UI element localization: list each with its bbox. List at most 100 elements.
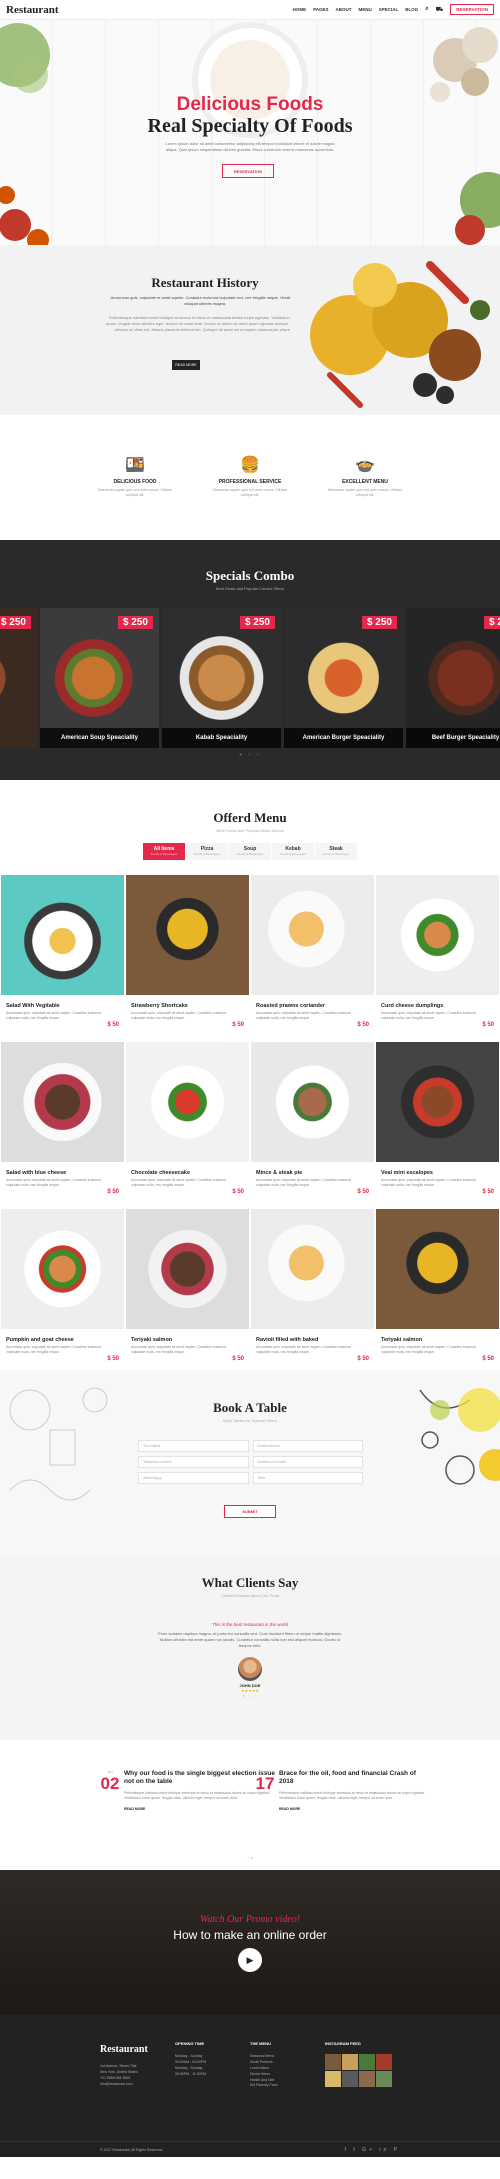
- feature-title: EXCELLENT MENU: [342, 479, 388, 485]
- menu-item-desc: Accumsan quis, vulputate sit amet sapien…: [256, 1011, 351, 1020]
- history-title: Restaurant History: [151, 275, 259, 290]
- post-excerpt: Pellentesque habitant morbi tristique se…: [279, 1790, 425, 1801]
- menu-item-desc: Accumsan quis, vulputate sit amet sapien…: [381, 1178, 476, 1187]
- feature-delicious-food: 🍱 DELICIOUS FOOD Maecenas sapien quis or…: [93, 455, 178, 540]
- service-icon: 🍔: [240, 457, 260, 474]
- social-icons[interactable]: f t G+ in P: [345, 2147, 400, 2153]
- blog-dots[interactable]: ○ ●: [0, 1855, 500, 1860]
- hero-text: Lorem ipsum dolor sit amet consectetur a…: [165, 141, 335, 152]
- combo-card[interactable]: $ 250: [0, 608, 37, 748]
- history-body: Pellentesque habitant morbi tristique se…: [106, 315, 304, 332]
- guests-select[interactable]: Number of Guests: [252, 1456, 363, 1468]
- combo-price: $ 250: [0, 616, 31, 629]
- search-icon[interactable]: ⌕: [425, 6, 428, 13]
- menu-item[interactable]: Roasted prawns coriander Accumsan quis, …: [250, 875, 375, 1042]
- instagram-grid[interactable]: [325, 2053, 392, 2087]
- tab-pizza[interactable]: Pizza Foods & Beverages: [186, 843, 228, 860]
- clients-subtitle: Clients Reviews About Our Food: [221, 1593, 279, 1598]
- combo-carousel[interactable]: $ 250 $ 250 American Soup Speaciality $ …: [0, 608, 500, 748]
- feature-professional-service: 🍔 PROFESSIONAL SERVICE Maecenas sapien q…: [208, 455, 293, 540]
- menu-item[interactable]: Teriyaki salmon Accumsan quis, vulputate…: [125, 1209, 250, 1376]
- read-more-link[interactable]: READ MORE: [279, 1807, 430, 1811]
- date-field[interactable]: dd/mm/yyyy: [138, 1472, 249, 1484]
- menu-item-title: Roasted prawns coriander: [256, 1003, 326, 1009]
- blog-post[interactable]: FEB 17 Brace for the oil, food and financ…: [255, 1770, 430, 1811]
- tab-soup[interactable]: Soup Foods & Beverages: [229, 843, 271, 860]
- header: Restaurant HOME PAGES ABOUT MENU SPECIAL…: [0, 0, 500, 20]
- logo[interactable]: Restaurant: [6, 4, 59, 16]
- menu-item-desc: Accumsan quis, vulputate sit amet sapien…: [381, 1011, 476, 1020]
- menu-item[interactable]: Teriyaki salmon Accumsan quis, vulputate…: [375, 1209, 500, 1376]
- combo-name: Beef Burger Speaciality: [406, 728, 500, 748]
- name-field[interactable]: Your Name: [138, 1440, 249, 1452]
- feature-title: PROFESSIONAL SERVICE: [218, 479, 282, 485]
- nav-about[interactable]: ABOUT: [336, 7, 352, 12]
- phone-field[interactable]: Telephone number: [138, 1456, 249, 1468]
- food-icon: 🍱: [125, 457, 145, 474]
- nav-blog[interactable]: BLOG: [405, 7, 418, 12]
- testimonial-headline: This is the best restaurant in the world: [211, 1622, 289, 1627]
- video-title: How to make an online order: [173, 1928, 327, 1942]
- feature-title: DELICIOUS FOOD: [113, 479, 157, 485]
- time-select[interactable]: Time: [252, 1472, 363, 1484]
- testimonials-section: What Clients Say Clients Reviews About O…: [0, 1555, 500, 1740]
- menu-item[interactable]: Pumpkin and goat cheese Accumsan quis, v…: [0, 1209, 125, 1376]
- testimonial-dots[interactable]: ● ○ ○: [0, 1693, 500, 1698]
- menu-item-desc: Accumsan quis, vulputate sit amet sapien…: [131, 1011, 226, 1020]
- nav-menu[interactable]: MENU: [359, 7, 372, 12]
- hero-reservation-button[interactable]: RESERVATION: [222, 164, 274, 178]
- hero-subtitle: Delicious Foods: [176, 94, 324, 115]
- combo-card[interactable]: $ 250 Beef Burger Speaciality: [406, 608, 500, 748]
- combo-card[interactable]: $ 250 Kabab Speaciality: [162, 608, 281, 748]
- menu-item[interactable]: Salad with blue cheese Accumsan quis, vu…: [0, 1042, 125, 1209]
- menu-item[interactable]: Strawberry Shortcake Accumsan quis, vulp…: [125, 875, 250, 1042]
- combo-name: Kabab Speaciality: [162, 728, 281, 748]
- menu-item[interactable]: Mince & steak pie Accumsan quis, vulputa…: [250, 1042, 375, 1209]
- combo-card[interactable]: $ 250 American Burger Speaciality: [284, 608, 403, 748]
- book-table-section: Book A Table Book Tables for Special Off…: [0, 1370, 500, 1555]
- combo-card[interactable]: $ 250 American Soup Speaciality: [40, 608, 159, 748]
- tab-all-items[interactable]: All Items Foods & Beverages: [143, 843, 185, 860]
- nav-pages[interactable]: PAGES: [313, 7, 328, 12]
- tab-kebab[interactable]: Kebab Foods & Beverages: [272, 843, 314, 860]
- feature-text: Maecenas sapien quis orci ante cursus. U…: [97, 488, 173, 498]
- menu-item-desc: Accumsan quis, vulputate sit amet sapien…: [6, 1011, 101, 1020]
- blog-post[interactable]: JAN 02 Why our food is the single biggest…: [100, 1770, 275, 1811]
- footer-opening-hours: OPENING TIME Monday - Sunday 09:00AM - 0…: [175, 2041, 207, 2076]
- play-icon[interactable]: ▶: [238, 1948, 262, 1972]
- menu-item[interactable]: Ravioli filled with baked Accumsan quis,…: [250, 1209, 375, 1376]
- read-more-link[interactable]: READ MORE: [124, 1807, 275, 1811]
- menu-item[interactable]: Veal mini escalopes Accumsan quis, vulpu…: [375, 1042, 500, 1209]
- menu-item-price: $ 50: [482, 1189, 494, 1195]
- post-title[interactable]: Brace for the oil, food and financial Cr…: [279, 1770, 430, 1787]
- footer-link[interactable]: Seasonal Items: [250, 2054, 277, 2060]
- email-field[interactable]: Email Address: [252, 1440, 363, 1452]
- menu-item-title: Teriyaki salmon: [381, 1337, 423, 1343]
- footer-logo[interactable]: Restaurant: [100, 2041, 148, 2058]
- menu-grid: Salad With Vegitable Accumsan quis, vulp…: [0, 875, 500, 1376]
- menu-item[interactable]: Curd cheese dumplings Accumsan quis, vul…: [375, 875, 500, 1042]
- cart-icon[interactable]: ⛟: [436, 6, 444, 14]
- read-more-button[interactable]: READ MORE: [172, 360, 200, 370]
- tab-steak[interactable]: Steak Foods & Beverages: [315, 843, 357, 860]
- menu-item-desc: Accumsan quis, vulputate sit amet sapien…: [6, 1178, 101, 1187]
- combo-price: $ 250: [361, 616, 397, 629]
- reservation-button[interactable]: RESERVATION: [450, 4, 494, 15]
- history-lead: Accumsan quis, vulputate et amet sapien.…: [110, 295, 300, 306]
- menu-item-price: $ 50: [232, 1356, 244, 1362]
- nav-special[interactable]: SPECIAL: [379, 7, 399, 12]
- post-title[interactable]: Why our food is the single biggest elect…: [124, 1770, 275, 1787]
- hero-section: Delicious Foods Real Specialty Of Foods …: [0, 20, 500, 245]
- combo-name: American Soup Speaciality: [40, 728, 159, 748]
- submit-button[interactable]: SUBMIT: [224, 1505, 276, 1518]
- footer-link[interactable]: Kid Friendly Food: [250, 2083, 277, 2089]
- footer: Restaurant 1st Avenue, Street, Flat New …: [0, 2015, 500, 2157]
- carousel-dots[interactable]: ● ○ ○: [0, 752, 500, 758]
- menu-item-price: $ 50: [482, 1022, 494, 1028]
- combo-name: American Burger Speaciality: [284, 728, 403, 748]
- nav-home[interactable]: HOME: [293, 7, 307, 12]
- specials-title: Specials Combo: [205, 568, 295, 583]
- menu-item[interactable]: Chocolate cheesecake Accumsan quis, vulp…: [125, 1042, 250, 1209]
- menu-item-desc: Accumsan quis, vulputate sit amet sapien…: [381, 1345, 476, 1354]
- menu-item[interactable]: Salad With Vegitable Accumsan quis, vulp…: [0, 875, 125, 1042]
